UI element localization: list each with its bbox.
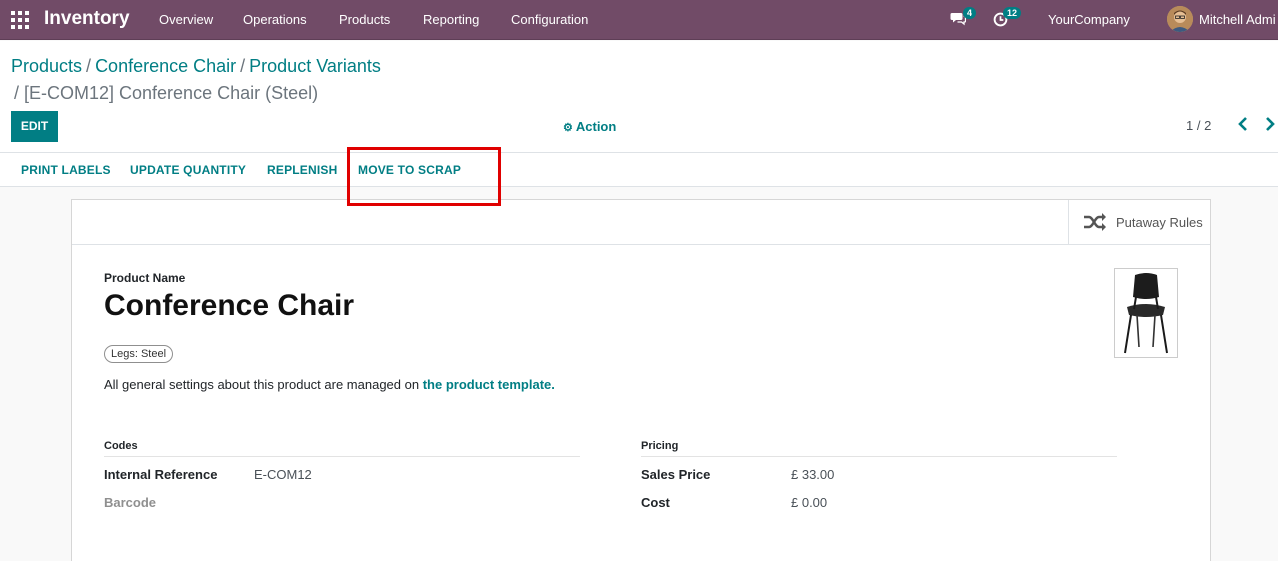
codes-divider	[104, 456, 580, 457]
user-avatar[interactable]	[1167, 6, 1193, 32]
menu-configuration[interactable]: Configuration	[511, 12, 588, 27]
codes-group-title: Codes	[104, 440, 138, 452]
shuffle-icon	[1084, 213, 1106, 231]
sales-price-value: £ 33.00	[791, 467, 835, 482]
product-image[interactable]	[1114, 268, 1178, 358]
product-name: Conference Chair	[104, 289, 355, 322]
app-name[interactable]: Inventory	[44, 8, 130, 30]
cost-value: £ 0.00	[791, 495, 828, 510]
pricing-divider	[641, 456, 1117, 457]
apps-menu-icon[interactable]	[11, 11, 29, 29]
move-to-scrap-button[interactable]: MOVE TO SCRAP	[358, 163, 461, 177]
form-header-buttons: PRINT LABELS UPDATE QUANTITY REPLENISH M…	[0, 153, 1278, 187]
gear-icon: ⚙	[563, 122, 573, 134]
breadcrumb-current: / [E-COM12] Conference Chair (Steel)	[14, 83, 319, 103]
messages-badge: 4	[963, 7, 977, 19]
breadcrumb-product-variants[interactable]: Product Variants	[249, 56, 381, 76]
user-menu[interactable]: Mitchell Admi	[1199, 12, 1276, 27]
product-template-link[interactable]: the product template.	[423, 377, 555, 392]
replenish-button[interactable]: REPLENISH	[267, 163, 337, 177]
menu-reporting[interactable]: Reporting	[423, 12, 479, 27]
control-panel: Products / Conference Chair / Product Varian…	[0, 41, 1278, 153]
edit-button[interactable]: EDIT	[11, 111, 58, 142]
breadcrumb: Products / Conference Chair / Product Varian…	[11, 56, 381, 77]
chevron-right-icon[interactable]	[1264, 116, 1276, 132]
pager-value[interactable]: 1 / 2	[1186, 118, 1211, 133]
cost-label: Cost	[641, 495, 670, 510]
print-labels-button[interactable]: PRINT LABELS	[21, 163, 111, 177]
pricing-group-title: Pricing	[641, 440, 679, 452]
action-label: Action	[575, 119, 617, 134]
smart-button-box: Putaway Rules	[72, 200, 1210, 245]
update-quantity-button[interactable]: UPDATE QUANTITY	[130, 163, 246, 177]
breadcrumb-separator: /	[86, 56, 92, 76]
attribute-tag: Legs: Steel	[104, 345, 174, 363]
menu-products[interactable]: Products	[339, 12, 390, 27]
internal-reference-value: E-COM12	[254, 467, 312, 482]
menu-operations[interactable]: Operations	[243, 12, 307, 27]
company-switcher[interactable]: YourCompany	[1048, 12, 1130, 27]
sales-price-label: Sales Price	[641, 467, 711, 482]
form-sheet: Putaway Rules Product Name Conference Ch…	[71, 199, 1211, 561]
activities-badge: 12	[1003, 7, 1022, 19]
template-note: All general settings about this product …	[104, 377, 555, 392]
breadcrumb-separator: /	[240, 56, 246, 76]
top-navbar: Inventory Overview Operations Products R…	[0, 0, 1278, 40]
putaway-rules-label: Putaway Rules	[1116, 215, 1203, 230]
menu-overview[interactable]: Overview	[159, 12, 213, 27]
internal-reference-label: Internal Reference	[104, 467, 218, 482]
putaway-rules-button[interactable]: Putaway Rules	[1068, 200, 1210, 245]
product-name-label: Product Name	[104, 271, 186, 285]
breadcrumb-products[interactable]: Products	[11, 56, 82, 76]
breadcrumb-conference-chair[interactable]: Conference Chair	[95, 56, 236, 76]
barcode-label: Barcode	[104, 495, 157, 510]
template-note-text: All general settings about this product …	[104, 377, 423, 392]
chevron-left-icon[interactable]	[1237, 116, 1249, 132]
action-menu-button[interactable]: ⚙ Action	[563, 119, 616, 134]
